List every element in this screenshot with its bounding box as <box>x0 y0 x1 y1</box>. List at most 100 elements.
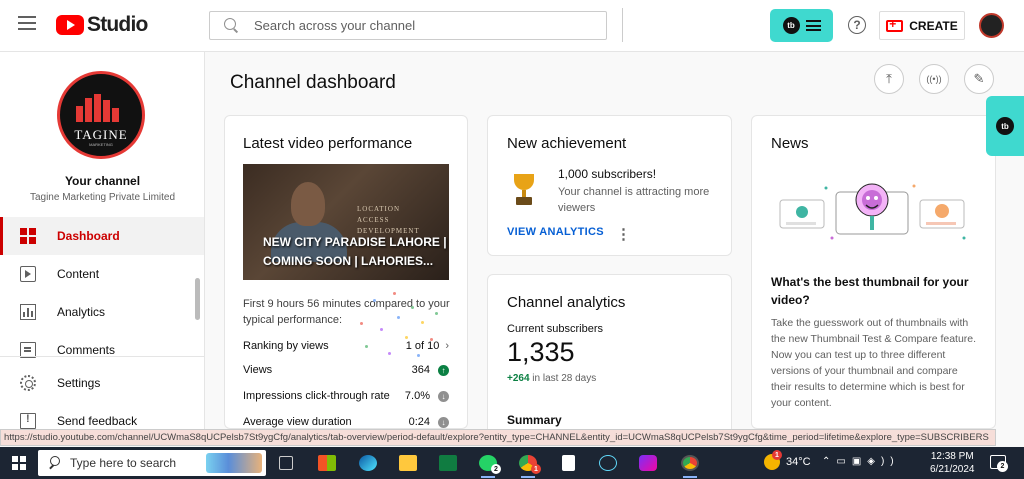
sidebar-item-content[interactable]: Content <box>0 255 204 293</box>
weather-alert-badge: 1 <box>772 450 782 460</box>
search-box[interactable] <box>209 11 607 40</box>
thumbnail-caption: NEW CITY PARADISE LAHORE | COMING SOON |… <box>263 235 447 268</box>
top-bar: Studio tb ? CREATE <box>0 0 1024 52</box>
stat-row-ranking[interactable]: Ranking by views 1 of 10 › <box>243 337 449 355</box>
arrow-up-icon: ↑ <box>438 364 449 376</box>
stat-value: 364 <box>411 364 430 376</box>
channel-logo-subtext: MARKETING <box>89 142 113 147</box>
search-input[interactable] <box>254 18 574 33</box>
achievement-card: New achievement 1,000 subscribers! Your … <box>487 115 732 256</box>
extension-logo-icon: tb <box>782 17 800 34</box>
sidebar-scrollbar[interactable] <box>195 278 200 320</box>
active-indicator <box>481 476 495 478</box>
chrome-badge: 1 <box>531 464 541 474</box>
taskbar-search-text: Type here to search <box>70 456 177 470</box>
clock-time: 12:38 PM <box>930 451 974 462</box>
youtube-logo-icon <box>56 15 84 35</box>
your-channel-label[interactable]: Your channel <box>0 174 204 188</box>
create-post-button[interactable]: ✎ <box>964 64 994 94</box>
chevron-right-icon: › <box>445 340 449 352</box>
taskbar: Type here to search 2 1 1 34°C ⌃▭▣◈)) 12… <box>0 447 1024 479</box>
sidebar-item-analytics[interactable]: Analytics <box>0 293 204 331</box>
microsoft-store-icon[interactable] <box>318 455 336 471</box>
settings-icon <box>20 375 36 391</box>
news-headline[interactable]: What's the best thumbnail for your video… <box>771 273 981 309</box>
divider <box>622 8 623 42</box>
stat-label: Ranking by views <box>243 340 329 352</box>
search-icon[interactable] <box>224 17 240 34</box>
upload-icon: ⤒ <box>886 71 892 86</box>
card-title: Channel analytics <box>507 294 626 311</box>
news-card: News What's the best thumbnail for your … <box>751 115 996 429</box>
sidebar-item-label: Settings <box>57 376 101 390</box>
trophy-icon <box>510 174 538 208</box>
sidebar-item-settings[interactable]: Settings <box>0 364 204 402</box>
file-explorer-icon[interactable] <box>399 455 417 471</box>
channel-avatar[interactable]: TAGINE MARKETING <box>57 71 145 159</box>
stat-value: 7.0% <box>404 390 430 402</box>
clock-date: 6/21/2024 <box>930 464 975 475</box>
channel-name: Tagine Marketing Private Limited <box>29 192 176 203</box>
help-icon[interactable]: ? <box>848 16 866 34</box>
card-title: News <box>771 135 809 152</box>
search-icon <box>48 456 62 470</box>
excel-icon[interactable] <box>439 455 457 471</box>
channel-analytics-card: Channel analytics Current subscribers 1,… <box>487 274 732 444</box>
temperature: 34°C <box>786 456 811 468</box>
achievement-subtext: Your channel is attracting more viewers <box>558 186 710 214</box>
sidebar-bottom-nav: Settings Send feedback <box>0 364 204 429</box>
menu-icon[interactable] <box>18 16 36 30</box>
feedback-icon <box>20 413 36 429</box>
stat-label: Impressions click-through rate <box>243 390 390 402</box>
more-options-icon[interactable]: ⋮ <box>616 225 631 243</box>
sidebar-item-label: Comments <box>57 343 116 357</box>
app-name: Studio <box>87 13 148 36</box>
stat-row-avg-duration: Average view duration 0:24 ↓ <box>243 413 449 428</box>
house-logo-icon <box>74 92 128 122</box>
extension-side-tab[interactable]: tb <box>986 96 1024 156</box>
active-indicator <box>521 476 535 478</box>
go-live-button[interactable]: ((•)) <box>919 64 949 94</box>
stat-row-views: Views 364 ↑ <box>243 361 449 379</box>
sidebar-item-label: Content <box>57 267 100 281</box>
dashboard-icon <box>20 228 36 244</box>
sidebar-item-send-feedback[interactable]: Send feedback <box>0 402 204 429</box>
sidebar-nav: Dashboard Content Analytics Comments <box>0 217 204 369</box>
analytics-icon <box>20 304 36 320</box>
extension-menu-icon <box>805 20 821 31</box>
stat-row-ctr: Impressions click-through rate 7.0% ↓ <box>243 387 449 405</box>
create-label: CREATE <box>909 18 958 33</box>
extension-button[interactable]: tb <box>770 9 833 42</box>
account-avatar[interactable] <box>979 13 1004 38</box>
subscribers-label: Current subscribers <box>507 323 603 335</box>
studio-logo[interactable]: Studio <box>56 13 148 37</box>
create-button[interactable]: CREATE <box>879 11 965 40</box>
sidebar-item-label: Dashboard <box>57 229 120 243</box>
react-app-icon[interactable] <box>599 455 617 471</box>
whatsapp-badge: 2 <box>491 464 501 474</box>
task-view-icon[interactable] <box>279 456 293 470</box>
notifications-count: 2 <box>997 461 1008 472</box>
windows-start-icon[interactable] <box>12 456 26 470</box>
view-analytics-link[interactable]: VIEW ANALYTICS <box>507 226 604 238</box>
sidebar: TAGINE MARKETING Your channel Tagine Mar… <box>0 52 205 429</box>
sidebar-item-dashboard[interactable]: Dashboard <box>0 217 204 255</box>
clock[interactable]: 12:38 PM 6/21/2024 <box>930 450 975 476</box>
taskbar-search[interactable]: Type here to search <box>38 450 266 476</box>
weather-widget[interactable]: 1 34°C <box>764 450 811 470</box>
active-indicator <box>683 476 697 478</box>
sidebar-divider <box>0 356 204 357</box>
achievement-headline: 1,000 subscribers! <box>558 167 657 181</box>
search-highlight-image <box>206 453 262 473</box>
video-thumbnail[interactable]: LOCATION ACCESS DEVELOPMENT NEW CITY PAR… <box>243 164 449 280</box>
stat-label: Average view duration <box>243 416 352 428</box>
copilot-icon[interactable] <box>639 455 657 471</box>
chrome-profile-icon[interactable] <box>681 455 699 471</box>
thumbnail-figure-head <box>291 182 325 226</box>
system-tray-icons[interactable]: ⌃▭▣◈)) <box>822 456 900 467</box>
stat-value: 0:24 <box>408 416 430 428</box>
card-title: New achievement <box>507 135 627 152</box>
notepad-icon[interactable] <box>562 455 575 471</box>
edge-icon[interactable] <box>359 455 377 471</box>
upload-button[interactable]: ⤒ <box>874 64 904 94</box>
